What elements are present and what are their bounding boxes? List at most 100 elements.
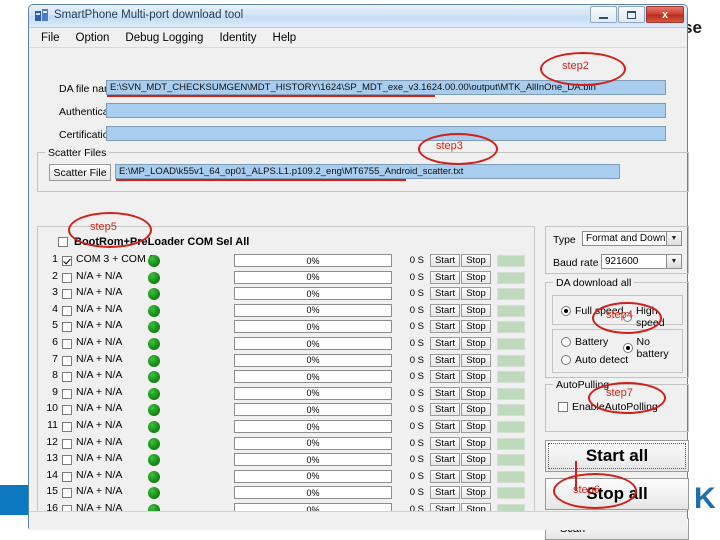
menu-item-option[interactable]: Option	[68, 30, 118, 46]
select-all-checkbox[interactable]	[58, 237, 68, 247]
stop-all-button[interactable]: Stop all	[545, 478, 689, 510]
auth-file-input[interactable]	[106, 103, 666, 118]
stop-button[interactable]: Stop	[461, 270, 491, 284]
port-row-checkbox[interactable]	[62, 488, 72, 499]
stop-button[interactable]: Stop	[461, 320, 491, 334]
status-led-icon	[148, 371, 160, 384]
port-row-checkbox[interactable]	[62, 422, 72, 432]
table-row[interactable]: 9 N/A + N/A 0% 0 S Start Stop	[38, 386, 534, 403]
status-led-icon	[148, 338, 160, 350]
full-speed-radio[interactable]	[561, 306, 571, 316]
port-row-name: N/A + N/A	[76, 336, 123, 348]
port-row-name: N/A + N/A	[76, 286, 123, 299]
radio-no-battery[interactable]: No battery	[623, 336, 682, 360]
stop-button[interactable]: Stop	[461, 370, 491, 384]
table-row[interactable]: 6 N/A + N/A 0% 0 S Start Stop	[38, 336, 534, 353]
port-row-checkbox[interactable]	[62, 289, 72, 300]
port-row-checkbox[interactable]	[62, 355, 72, 366]
port-row-checkbox[interactable]	[62, 438, 72, 449]
progress-bar: 0%	[234, 403, 392, 417]
radio-auto-detect[interactable]: Auto detect	[561, 354, 628, 366]
table-row[interactable]: 4 N/A + N/A 0% 0 S Start Stop	[38, 303, 534, 320]
stop-button[interactable]: Stop	[461, 353, 491, 367]
table-row[interactable]: 1 COM 3 + COM 6 0% 0 S Start Stop	[38, 253, 534, 270]
cert-file-input[interactable]	[106, 126, 666, 141]
table-row[interactable]: 7 N/A + N/A 0% 0 S Start Stop	[38, 353, 534, 370]
stop-button[interactable]: Stop	[461, 254, 491, 267]
port-row-checkbox[interactable]	[62, 272, 72, 283]
port-row-checkbox[interactable]	[62, 256, 72, 266]
status-led-icon	[148, 404, 160, 417]
start-button[interactable]: Start	[430, 337, 460, 350]
start-button[interactable]: Start	[430, 386, 460, 400]
port-row-checkbox[interactable]	[62, 305, 72, 316]
port-row-checkbox[interactable]	[62, 388, 72, 399]
port-row-checkbox[interactable]	[62, 455, 72, 466]
start-button[interactable]: Start	[430, 403, 460, 417]
stop-button[interactable]: Stop	[461, 453, 491, 467]
stop-button[interactable]: Stop	[461, 486, 491, 500]
stop-button[interactable]: Stop	[461, 287, 491, 301]
port-row-checkbox[interactable]	[62, 372, 72, 383]
stop-button[interactable]: Stop	[461, 303, 491, 317]
stop-button[interactable]: Stop	[461, 420, 491, 433]
auto-detect-radio[interactable]	[561, 355, 571, 365]
start-button[interactable]: Start	[430, 469, 460, 483]
start-button[interactable]: Start	[430, 254, 460, 267]
port-row-number: 3	[52, 286, 58, 299]
start-button[interactable]: Start	[430, 436, 460, 450]
battery-radio[interactable]	[561, 337, 571, 347]
start-button[interactable]: Start	[430, 353, 460, 367]
start-button[interactable]: Start	[430, 420, 460, 433]
menu-item-debug-logging[interactable]: Debug Logging	[117, 30, 211, 46]
status-badge	[497, 271, 525, 284]
table-row[interactable]: 2 N/A + N/A 0% 0 S Start Stop	[38, 270, 534, 287]
scatter-file-button[interactable]: Scatter File	[49, 164, 111, 181]
start-button[interactable]: Start	[430, 303, 460, 317]
radio-battery[interactable]: Battery	[561, 336, 608, 348]
stop-button[interactable]: Stop	[461, 436, 491, 450]
no-battery-radio[interactable]	[623, 343, 633, 353]
port-row-checkbox[interactable]	[62, 471, 72, 482]
table-row[interactable]: 5 N/A + N/A 0% 0 S Start Stop	[38, 319, 534, 336]
stop-button[interactable]: Stop	[461, 403, 491, 417]
table-row[interactable]: 11 N/A + N/A 0% 0 S Start Stop	[38, 419, 534, 436]
menu-item-identity[interactable]: Identity	[211, 30, 264, 46]
minimize-button[interactable]	[590, 6, 617, 23]
start-button[interactable]: Start	[430, 453, 460, 467]
menu-item-file[interactable]: File	[33, 30, 68, 46]
start-button[interactable]: Start	[430, 370, 460, 384]
table-row[interactable]: 14 N/A + N/A 0% 0 S Start Stop	[38, 469, 534, 486]
table-row[interactable]: 8 N/A + N/A 0% 0 S Start Stop	[38, 369, 534, 386]
table-row[interactable]: 10 N/A + N/A 0% 0 S Start Stop	[38, 402, 534, 419]
start-button[interactable]: Start	[430, 486, 460, 500]
port-row-checkbox[interactable]	[62, 405, 72, 416]
enable-autopolling-row[interactable]: EnableAutoPolling	[558, 401, 658, 413]
scatter-file-input[interactable]: E:\MP_LOAD\k55v1_64_op01_ALPS.L1.p109.2_…	[115, 164, 620, 179]
start-button[interactable]: Start	[430, 270, 460, 284]
radio-high-speed[interactable]: High speed	[623, 305, 682, 329]
table-row[interactable]: 13 N/A + N/A 0% 0 S Start Stop	[38, 452, 534, 469]
stop-button[interactable]: Stop	[461, 469, 491, 483]
menu-item-help[interactable]: Help	[265, 30, 305, 46]
table-row[interactable]: 3 N/A + N/A 0% 0 S Start Stop	[38, 286, 534, 303]
baud-select[interactable]: 921600 ▼	[601, 254, 682, 269]
start-button[interactable]: Start	[430, 287, 460, 301]
stop-button[interactable]: Stop	[461, 337, 491, 350]
table-row[interactable]: 12 N/A + N/A 0% 0 S Start Stop	[38, 436, 534, 453]
start-all-button[interactable]: Start all	[545, 440, 689, 472]
stop-button[interactable]: Stop	[461, 386, 491, 400]
close-button[interactable]: x	[646, 6, 684, 23]
high-speed-radio[interactable]	[623, 312, 632, 322]
radio-full-speed[interactable]: Full speed	[561, 305, 623, 317]
start-button[interactable]: Start	[430, 320, 460, 334]
enable-autopolling-checkbox[interactable]	[558, 402, 568, 412]
port-row-checkbox[interactable]	[62, 322, 72, 333]
select-all-row[interactable]: BootRom+PreLoader COM Sel All	[58, 236, 249, 248]
port-row-checkbox[interactable]	[62, 339, 72, 349]
elapsed-time: 0 S	[409, 371, 424, 383]
da-file-input[interactable]: E:\SVN_MDT_CHECKSUMGEN\MDT_HISTORY\1624\…	[106, 80, 666, 95]
maximize-button[interactable]	[618, 6, 645, 23]
table-row[interactable]: 15 N/A + N/A 0% 0 S Start Stop	[38, 485, 534, 502]
type-select[interactable]: Format and Download All ▼	[582, 231, 682, 246]
